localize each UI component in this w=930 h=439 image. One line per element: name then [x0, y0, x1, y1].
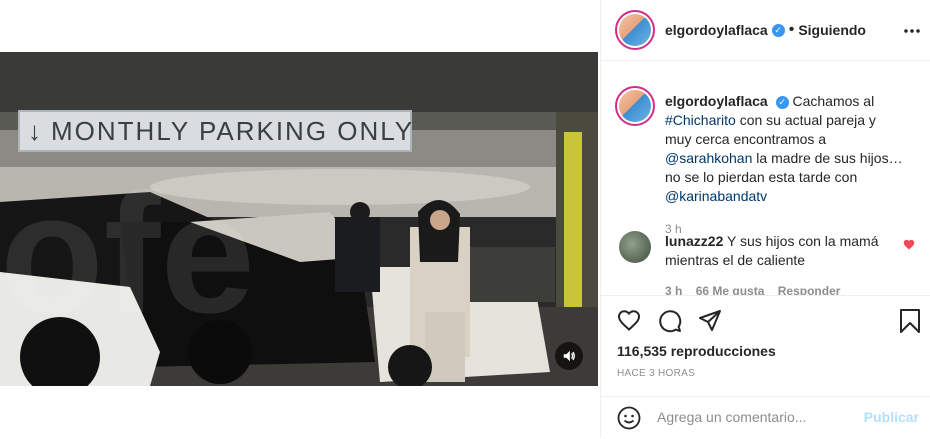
reply-button[interactable]: Responder: [778, 284, 841, 295]
video-player[interactable]: ofe ↓ MONTHLY PARKING ONLY: [0, 52, 598, 386]
post-media: ofe ↓ MONTHLY PARKING ONLY: [0, 0, 600, 438]
separator-dot: •: [788, 21, 795, 38]
follow-status-button[interactable]: Siguiendo: [798, 22, 866, 38]
comment-meta: 3 h 66 Me gusta Responder: [665, 282, 885, 295]
post-header: elgordoylaflaca ✓ • Siguiendo: [601, 0, 930, 61]
svg-text:ofe: ofe: [0, 159, 255, 349]
mention-link[interactable]: @karinabandatv: [665, 188, 767, 204]
comment-avatar[interactable]: [619, 231, 651, 263]
hashtag-link[interactable]: #Chicharito: [665, 112, 736, 128]
publish-button[interactable]: Publicar: [864, 409, 919, 425]
video-frame: ofe: [0, 52, 598, 386]
parking-sign: ↓ MONTHLY PARKING ONLY: [18, 110, 412, 152]
avatar[interactable]: [615, 10, 655, 50]
comment-likes[interactable]: 66 Me gusta: [696, 284, 765, 295]
save-icon[interactable]: [899, 308, 921, 339]
caption-text-1: Cachamos al: [792, 93, 875, 109]
verified-icon: ✓: [775, 96, 789, 109]
caption: elgordoylaflaca ✓ Cachamos al #Chicharit…: [665, 92, 905, 239]
sign-text: MONTHLY PARKING ONLY: [51, 115, 415, 146]
like-icon[interactable]: [617, 309, 641, 336]
post-sidebar: elgordoylaflaca ✓ • Siguiendo elgordoyla…: [600, 0, 930, 438]
caption-avatar[interactable]: [615, 86, 655, 126]
post-date[interactable]: HACE 3 HORAS: [617, 368, 695, 379]
comment-input[interactable]: [657, 409, 857, 425]
caption-username[interactable]: elgordoylaflaca: [665, 93, 768, 109]
add-comment-bar: Publicar: [601, 396, 930, 439]
volume-icon[interactable]: [555, 342, 583, 370]
view-count[interactable]: 116,535 reproducciones: [617, 343, 776, 359]
header-username[interactable]: elgordoylaflaca: [665, 22, 768, 38]
comment-like-icon[interactable]: [903, 237, 915, 255]
more-options-icon[interactable]: [903, 18, 921, 39]
verified-icon: ✓: [771, 23, 785, 37]
comment-username[interactable]: lunazz22: [665, 233, 723, 249]
share-icon[interactable]: [698, 309, 722, 338]
action-bar: 116,535 reproducciones HACE 3 HORAS: [601, 295, 930, 406]
sign-arrow: ↓: [28, 115, 43, 146]
emoji-icon[interactable]: [617, 406, 641, 435]
comments-list[interactable]: elgordoylaflaca ✓ Cachamos al #Chicharit…: [601, 61, 930, 295]
comment: lunazz22 Y sus hijos con la mamá mientra…: [665, 232, 885, 295]
mention-link[interactable]: @sarahkohan: [665, 150, 752, 166]
comment-icon[interactable]: [658, 309, 682, 338]
avatar[interactable]: [615, 86, 655, 126]
comment-time: 3 h: [665, 284, 683, 295]
